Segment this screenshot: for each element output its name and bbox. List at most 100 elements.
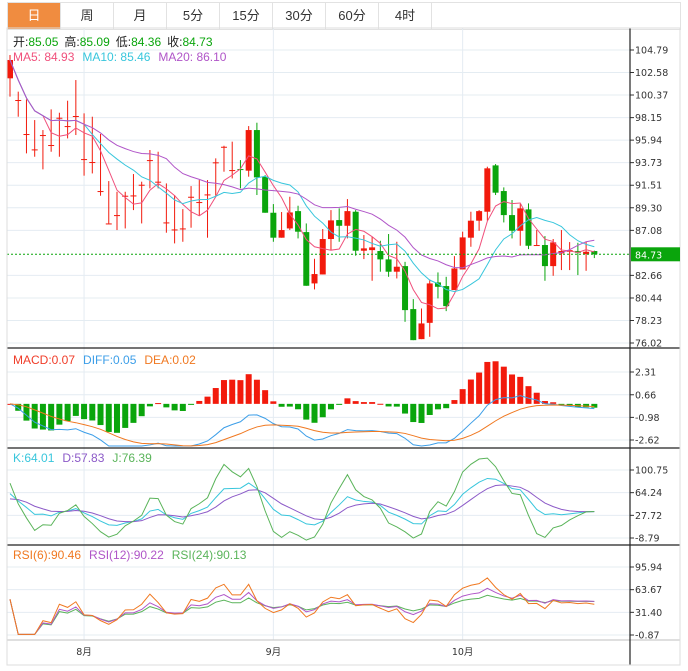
candle — [525, 203, 532, 250]
candle — [443, 276, 450, 312]
price-tick-label: 80.44 — [635, 293, 662, 304]
macd-header: MACD:0.07 DIFF:0.05 DEA:0.02 — [13, 353, 196, 367]
macd-tick-label: -0.98 — [635, 413, 660, 424]
candle — [56, 112, 63, 157]
macd-bar — [484, 361, 491, 404]
candle-body — [360, 248, 367, 251]
macd-bar — [533, 392, 540, 404]
candle — [237, 160, 244, 189]
candle-body — [15, 100, 22, 102]
candle — [220, 145, 227, 172]
candle — [130, 174, 137, 211]
candle-body — [344, 211, 351, 226]
candle-body — [426, 283, 433, 323]
candle — [319, 229, 326, 275]
macd-bar — [410, 403, 417, 423]
macd-bar — [81, 403, 88, 420]
macd-bar — [434, 403, 441, 410]
candle — [204, 180, 211, 238]
last-price-label: 84.73 — [635, 250, 662, 261]
candle-body — [105, 223, 112, 225]
macd-bar — [319, 403, 326, 418]
candle-body — [56, 117, 63, 119]
rsi24-line — [9, 594, 595, 635]
macd-bar — [105, 403, 112, 432]
candle-body — [476, 211, 483, 221]
candle — [262, 175, 269, 213]
candle — [418, 308, 425, 340]
kdj-tick-label: 27.72 — [635, 511, 662, 522]
macd-bar — [451, 400, 458, 404]
macd-bar — [188, 403, 195, 405]
macd-bar — [163, 403, 170, 408]
candle-body — [459, 237, 466, 270]
macd-bar — [303, 403, 310, 420]
close-label: 收: — [167, 35, 182, 49]
ma5-label: MA5: 84.93 — [13, 50, 75, 64]
macd-bar — [122, 403, 129, 428]
price-tick-label: 91.51 — [635, 181, 662, 192]
macd-bar — [295, 403, 302, 410]
candle — [467, 211, 474, 247]
macd-bar — [212, 388, 219, 404]
macd-bar — [525, 386, 532, 404]
candle — [410, 299, 417, 341]
candle-body — [583, 251, 590, 255]
candle-body — [163, 222, 170, 224]
candle — [270, 204, 277, 242]
macd-bar — [311, 403, 318, 423]
j-label: J:76.39 — [112, 451, 152, 465]
macd-bar — [492, 361, 499, 404]
candle — [278, 212, 285, 238]
d-label: D:57.83 — [62, 451, 104, 465]
macd-bar — [270, 401, 277, 404]
candle-body — [385, 259, 392, 272]
price-tick-label: 82.66 — [635, 271, 662, 282]
macd-bar — [237, 380, 244, 404]
macd-bar — [31, 403, 38, 429]
macd-bar — [476, 372, 483, 404]
macd-bar — [56, 403, 63, 425]
candle-body — [64, 126, 71, 128]
macd-bar — [204, 396, 211, 404]
k-label: K:64.01 — [13, 451, 55, 465]
candle — [352, 210, 359, 256]
macd-bar — [138, 403, 145, 417]
candle-body — [492, 165, 499, 193]
kdj-tick-label: 100.75 — [635, 466, 668, 477]
candle — [541, 236, 548, 281]
price-tick-label: 95.94 — [635, 136, 662, 147]
kdj-tick-label: -8.79 — [635, 534, 660, 545]
price-tick-label: 87.08 — [635, 226, 662, 237]
macd-bar — [262, 390, 269, 404]
kline-chart[interactable]: 104.79 102.58 100.37 98.15 95.94 93.73 91.51 89… — [0, 0, 688, 671]
candle-body — [451, 268, 458, 291]
macd-bar — [64, 403, 71, 422]
candle — [426, 279, 433, 337]
svg-text:开:85.05高:85.09低:84.36收:84.73: 开:85.05 高:85.09 低:84.36 收:84.73 — [13, 34, 213, 49]
macd-bar — [97, 403, 104, 426]
rsi6-label: RSI(6):90.46 — [13, 548, 81, 562]
candle-body — [278, 230, 285, 238]
macd-bar — [196, 400, 203, 404]
candle — [31, 120, 38, 157]
candle — [360, 235, 367, 260]
candle — [113, 191, 120, 231]
candle — [72, 80, 79, 136]
candle-body — [262, 176, 269, 213]
macd-bar — [245, 374, 252, 404]
low-value: 84.36 — [131, 35, 161, 49]
candle — [89, 116, 96, 174]
candle — [146, 150, 153, 189]
price-tick-label: 102.58 — [635, 68, 668, 79]
chart-frame: 104.79 102.58 100.37 98.15 95.94 93.73 91.51 89… — [6, 27, 681, 666]
price-tick-label: 78.23 — [635, 316, 662, 327]
candle-body — [188, 196, 195, 198]
candle-body — [541, 245, 548, 267]
macd-bar — [426, 403, 433, 415]
chart-border — [6, 27, 681, 666]
candle-body — [23, 134, 30, 136]
macd-bar — [591, 403, 598, 408]
macd-bar — [402, 403, 409, 414]
x-axis-label: 10月 — [452, 647, 474, 658]
